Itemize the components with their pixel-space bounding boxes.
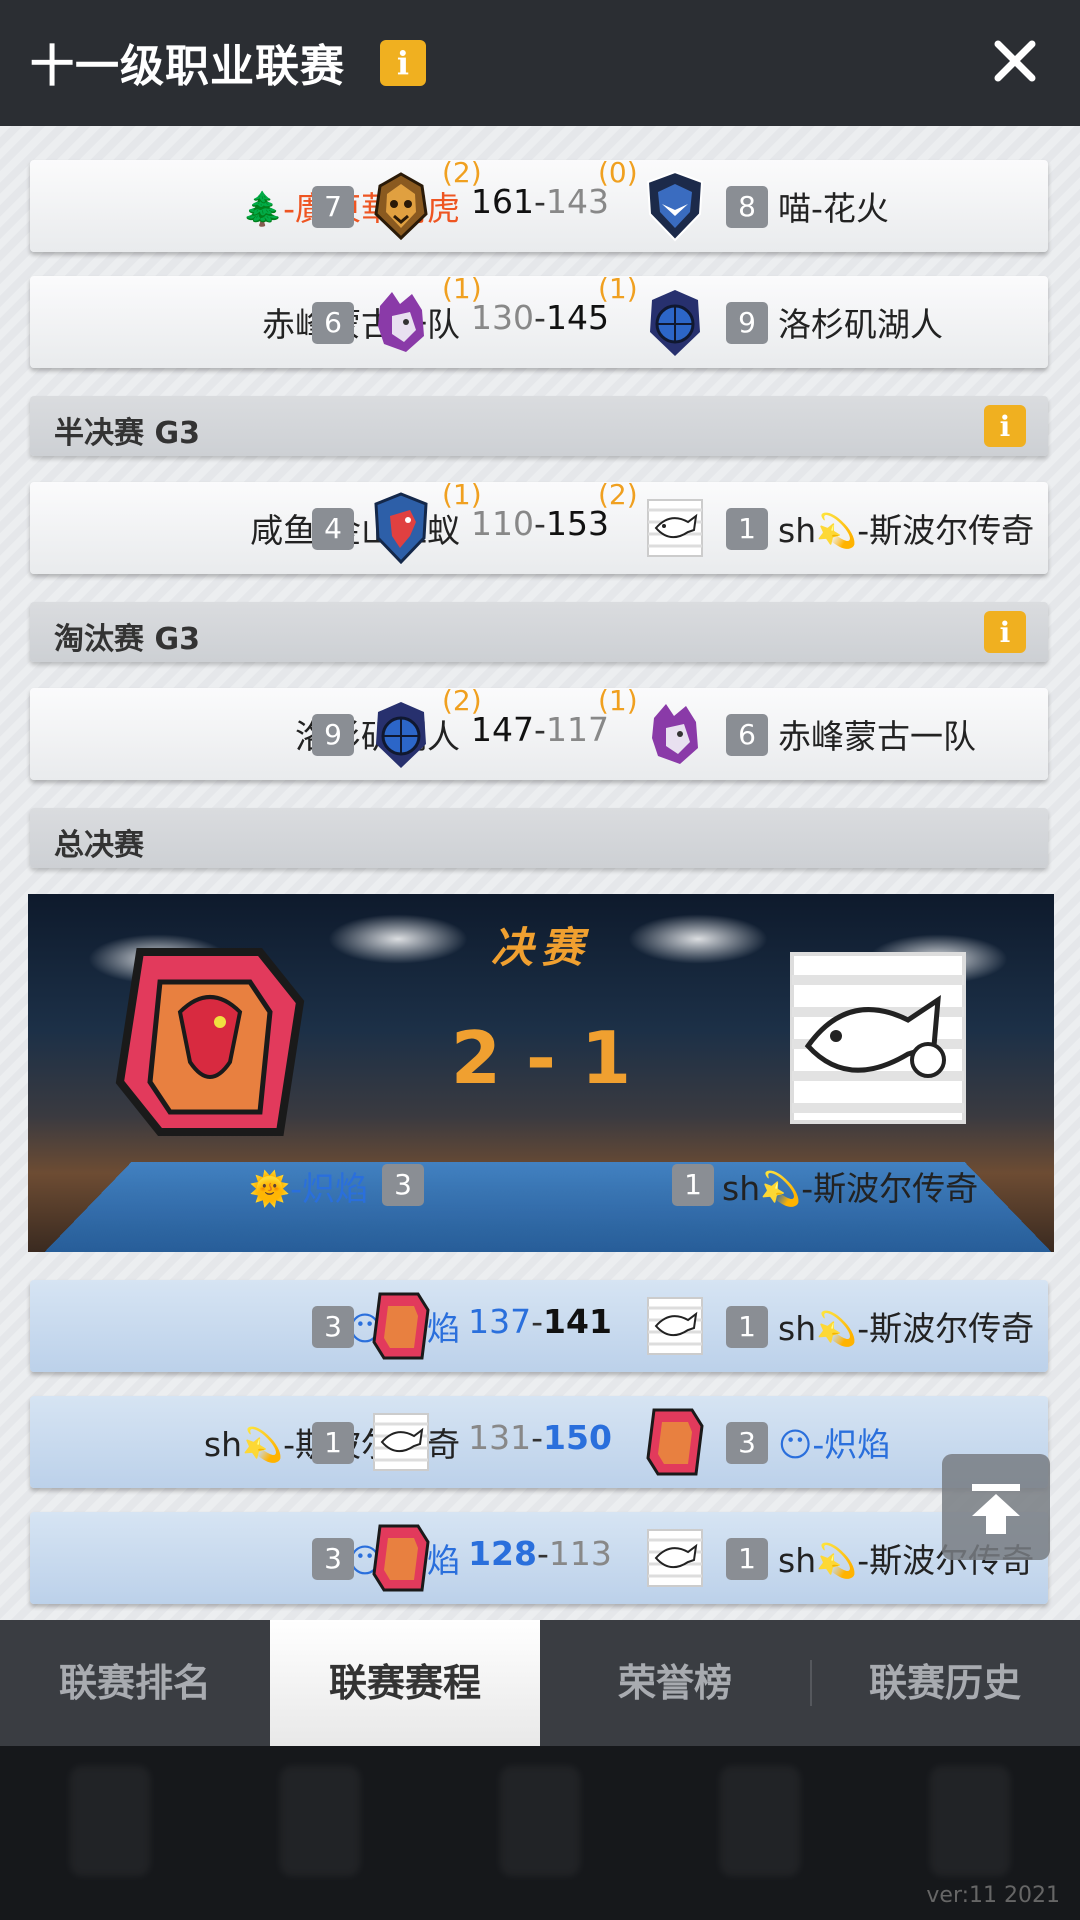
- page-title: 十一级职业联赛: [30, 41, 345, 92]
- team-name: sh💫-斯波尔传奇: [722, 1169, 979, 1208]
- team-name: 🌞-炽焰: [249, 1169, 368, 1208]
- match-row[interactable]: 😶-炽焰 3 128-113 1 sh💫-斯波尔传奇: [30, 1512, 1048, 1604]
- scroll-to-top-button[interactable]: [942, 1454, 1050, 1560]
- match-row[interactable]: 洛杉矶湖人 9 (2) 147-117 (1) 6 赤峰蒙古一队: [30, 684, 1048, 780]
- seed-badge: 3: [726, 1422, 768, 1464]
- series-wins: (0): [598, 156, 638, 189]
- seed-badge: 6: [312, 302, 354, 344]
- blurred-icon: [930, 1766, 1010, 1876]
- seed-badge: 3: [382, 1164, 424, 1206]
- basketball-shield-logo-icon: [650, 290, 700, 356]
- match-score: 128-113: [468, 1534, 612, 1573]
- arrow-up-icon: [972, 1484, 1020, 1534]
- team-name: 😶-炽焰: [778, 1425, 891, 1464]
- tiger-logo-icon: [374, 172, 428, 241]
- shield-logo-icon: [646, 170, 704, 242]
- seed-badge: 3: [312, 1538, 354, 1580]
- seed-badge: 3: [312, 1306, 354, 1348]
- fish-logo-icon: [647, 499, 703, 557]
- match-score: 131-150: [468, 1418, 612, 1457]
- team-name: sh💫-斯波尔传奇: [778, 511, 1035, 550]
- team-name: 赤峰蒙古一队: [778, 717, 976, 756]
- section-title: 半决赛 G3: [54, 416, 200, 451]
- seed-badge: 4: [312, 508, 354, 550]
- team-name: sh💫-斯波尔传奇: [778, 1309, 1035, 1348]
- close-icon[interactable]: [990, 36, 1040, 86]
- seed-badge: 1: [726, 1306, 768, 1348]
- schedule-list[interactable]: 🌲-廣東華南虎 7 (2) 161-143 (0) 8 喵-花火 赤峰蒙古一队 …: [0, 126, 1080, 1620]
- match-row[interactable]: 🌲-廣東華南虎 7 (2) 161-143 (0) 8 喵-花火: [30, 156, 1048, 252]
- info-icon[interactable]: i: [380, 40, 426, 86]
- section-title: 淘汰赛 G3: [54, 622, 200, 657]
- blurred-icon: [500, 1766, 580, 1876]
- seed-badge: 7: [312, 186, 354, 228]
- seed-badge: 1: [726, 1538, 768, 1580]
- seed-badge: 1: [312, 1422, 354, 1464]
- seed-badge: 8: [726, 186, 768, 228]
- seed-badge: 1: [726, 508, 768, 550]
- match-row[interactable]: sh💫-斯波尔传奇 1 131-150 3 😶-炽焰: [30, 1396, 1048, 1488]
- section-header-elimination: 淘汰赛 G3 i: [30, 602, 1048, 662]
- seed-badge: 9: [312, 714, 354, 756]
- blurred-icon: [280, 1766, 360, 1876]
- team-name: 洛杉矶湖人: [778, 305, 943, 344]
- fish-logo-icon: [373, 1413, 429, 1471]
- bottom-nav-background: ver:11 2021: [0, 1746, 1080, 1920]
- tab-league-history[interactable]: 联赛历史: [810, 1620, 1080, 1746]
- dinosaur-shield-logo-icon: [374, 492, 428, 564]
- seed-badge: 9: [726, 302, 768, 344]
- tab-league-schedule[interactable]: 联赛赛程: [270, 1620, 540, 1746]
- dragon-logo-icon: [372, 1292, 430, 1360]
- fish-logo-icon: [647, 1297, 703, 1355]
- wolf-logo-icon: [652, 704, 698, 764]
- section-header-final: 总决赛: [30, 808, 1048, 868]
- dragon-logo-icon: [646, 1408, 704, 1476]
- section-title: 总决赛: [54, 828, 144, 863]
- series-wins: (2): [598, 478, 638, 511]
- team-name: 喵-花火: [778, 189, 889, 228]
- series-wins: (1): [598, 272, 638, 305]
- wolf-logo-icon: [378, 292, 424, 352]
- blurred-icon: [720, 1766, 800, 1876]
- final-banner: 决赛 2 - 1 🌞-炽焰 3 1 sh💫-斯波尔传奇: [28, 894, 1054, 1252]
- match-row[interactable]: 咸鱼-金山红蚁 4 (1) 110-153 (2) 1 sh💫-斯波尔传奇: [30, 478, 1048, 574]
- match-score: 137-141: [468, 1302, 612, 1341]
- blurred-icon: [70, 1766, 150, 1876]
- seed-badge: 6: [726, 714, 768, 756]
- header-bar: 十一级职业联赛 i: [0, 0, 1080, 126]
- match-row[interactable]: 😶-炽焰 3 137-141 1 sh💫-斯波尔传奇: [30, 1280, 1048, 1372]
- info-icon[interactable]: i: [984, 611, 1026, 653]
- basketball-shield-logo-icon: [376, 702, 426, 768]
- bottom-tab-bar: 联赛排名 联赛赛程 荣誉榜 联赛历史: [0, 1620, 1080, 1746]
- series-wins: (1): [598, 684, 638, 717]
- fish-logo-icon: [647, 1529, 703, 1587]
- dragon-logo-icon: [372, 1524, 430, 1592]
- section-header-semifinal: 半决赛 G3 i: [30, 396, 1048, 456]
- seed-badge: 1: [672, 1164, 714, 1206]
- version-text: ver:11 2021: [926, 1883, 1060, 1908]
- dragon-logo-icon: [115, 948, 305, 1136]
- info-icon[interactable]: i: [984, 405, 1026, 447]
- tab-honor-board[interactable]: 荣誉榜: [540, 1620, 810, 1746]
- tab-league-ranking[interactable]: 联赛排名: [0, 1620, 270, 1746]
- match-row[interactable]: 赤峰蒙古一队 6 (1) 130-145 (1) 9 洛杉矶湖人: [30, 272, 1048, 368]
- fish-logo-icon: [790, 952, 966, 1124]
